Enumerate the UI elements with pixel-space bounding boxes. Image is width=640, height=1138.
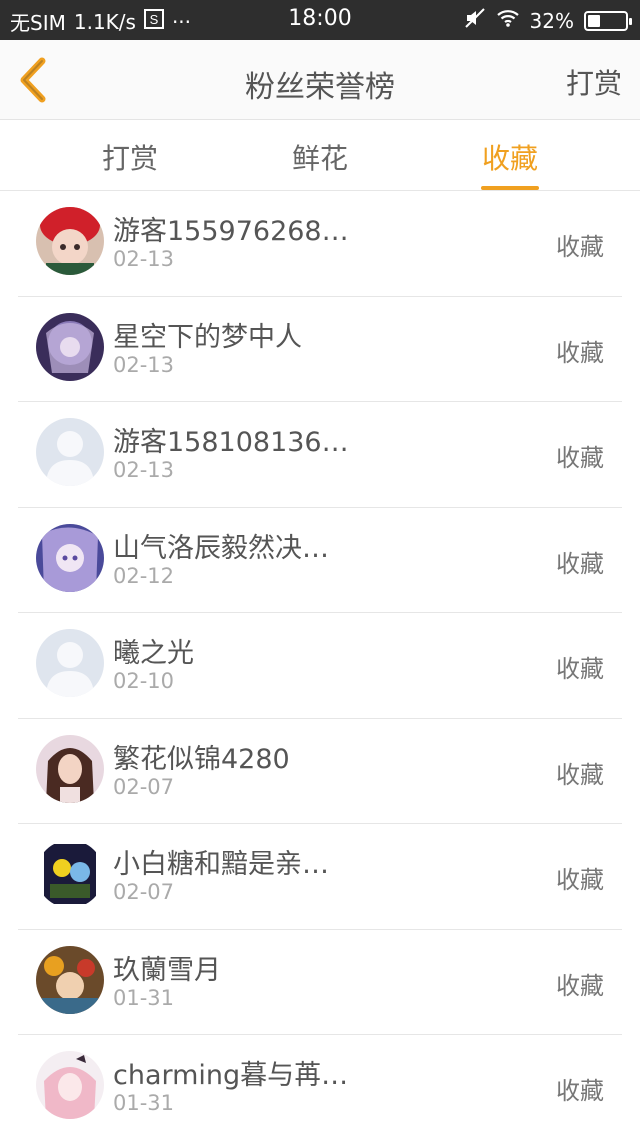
avatar[interactable] — [36, 1051, 104, 1119]
battery-icon — [584, 10, 632, 31]
avatar[interactable] — [36, 312, 104, 381]
action-tag: 收藏 — [556, 1077, 604, 1105]
avatar[interactable] — [36, 629, 104, 697]
fan-date: 02-13 — [113, 247, 175, 271]
fan-name: 曦之光 — [113, 638, 194, 669]
avatar[interactable] — [36, 418, 104, 486]
action-tag: 收藏 — [556, 233, 604, 261]
fan-date: 01-31 — [113, 985, 175, 1010]
avatar[interactable] — [36, 840, 104, 908]
fan-list: 游客155976268… 02-13 收藏 星空下的梦中人 02-13 收藏 游… — [18, 191, 622, 1138]
tab-label: 打赏 — [101, 142, 158, 175]
fan-date: 02-10 — [113, 669, 175, 693]
fan-name: 游客158108136… — [113, 427, 349, 458]
list-item[interactable]: 星空下的梦中人 02-13 收藏 — [18, 297, 622, 402]
wifi-icon — [496, 8, 520, 33]
avatar[interactable] — [36, 734, 104, 803]
battery-percent: 32% — [529, 8, 574, 33]
fan-name: 繁花似锦4280 — [113, 743, 290, 775]
list-item[interactable]: charming暮与苒… 01-31 收藏 — [18, 1035, 622, 1138]
fan-name: 小白糖和黯是亲… — [113, 849, 329, 880]
fan-name: 游客155976268… — [113, 216, 349, 247]
status-right: 32% — [464, 7, 632, 34]
mute-icon — [464, 7, 486, 34]
reward-button[interactable]: 打赏 — [566, 62, 622, 102]
fan-date: 01-31 — [113, 1091, 175, 1115]
action-tag: 收藏 — [556, 549, 604, 578]
list-item[interactable]: 山气洛辰毅然决… 02-12 收藏 — [18, 508, 622, 613]
fan-name: 星空下的梦中人 — [113, 321, 302, 353]
avatar[interactable] — [36, 523, 104, 592]
tab-bar: 打赏 鲜花 收藏 — [0, 121, 640, 191]
fan-date: 02-12 — [113, 563, 175, 588]
fan-name: charming暮与苒… — [113, 1060, 349, 1091]
avatar[interactable] — [36, 207, 104, 275]
fan-date: 02-13 — [113, 352, 175, 377]
fan-date: 02-13 — [113, 458, 175, 482]
list-item[interactable]: 游客155976268… 02-13 收藏 — [18, 191, 622, 297]
list-item[interactable]: 曦之光 02-10 收藏 — [18, 613, 622, 719]
fan-name: 玖蘭雪月 — [113, 954, 221, 986]
page-title: 粉丝荣誉榜 — [245, 70, 395, 105]
fan-date: 02-07 — [113, 774, 175, 799]
action-tag: 收藏 — [556, 760, 604, 789]
fan-date: 02-07 — [113, 880, 175, 904]
battery-fill — [588, 14, 600, 27]
action-tag: 收藏 — [556, 655, 604, 683]
tab-label: 收藏 — [481, 142, 538, 175]
avatar[interactable] — [36, 945, 104, 1014]
tab-favorites[interactable]: 收藏 — [450, 137, 570, 190]
nav-bar: 粉丝荣誉榜 打赏 — [0, 40, 640, 120]
action-tag: 收藏 — [556, 866, 604, 894]
status-bar: 无SIM 1.1K/s S ··· 18:00 32% — [0, 0, 640, 40]
list-item[interactable]: 玖蘭雪月 01-31 收藏 — [18, 930, 622, 1035]
tab-label: 鲜花 — [291, 142, 348, 175]
list-item[interactable]: 游客158108136… 02-13 收藏 — [18, 402, 622, 508]
list-item[interactable]: 小白糖和黯是亲… 02-07 收藏 — [18, 824, 622, 930]
tab-reward[interactable]: 打赏 — [70, 137, 190, 177]
action-tag: 收藏 — [556, 971, 604, 1000]
action-tag: 收藏 — [556, 338, 604, 367]
fan-name: 山气洛辰毅然决… — [113, 532, 329, 564]
active-tab-indicator — [481, 186, 539, 190]
list-item[interactable]: 繁花似锦4280 02-07 收藏 — [18, 719, 622, 824]
action-tag: 收藏 — [556, 444, 604, 472]
tab-flowers[interactable]: 鲜花 — [260, 137, 380, 177]
